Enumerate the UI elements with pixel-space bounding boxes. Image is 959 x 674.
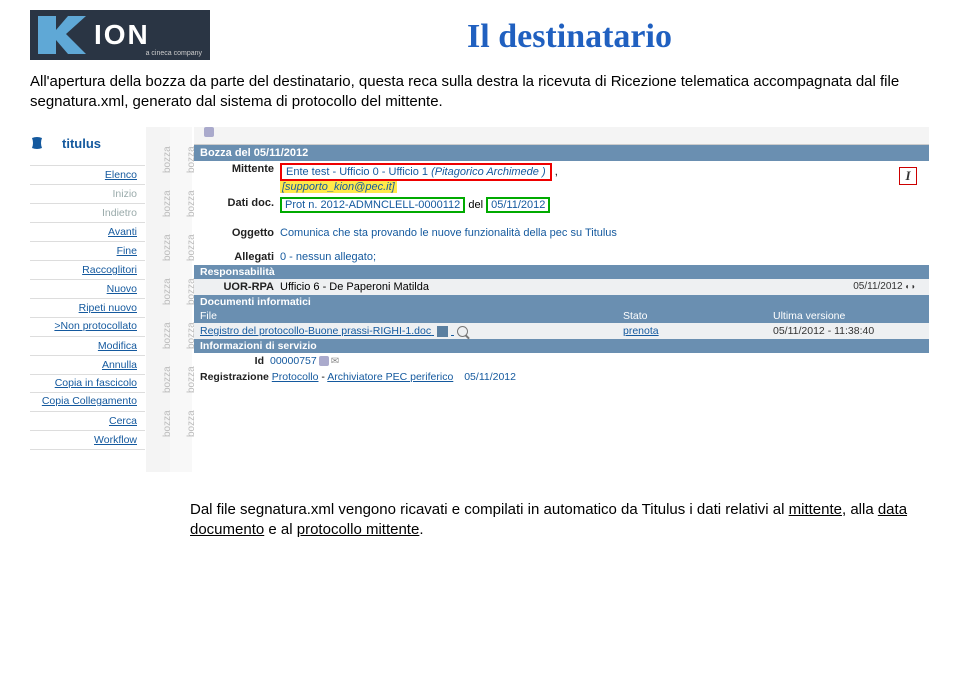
id-label: Id [200, 355, 270, 367]
file-row: Registro del protocollo-Buone prassi-RIG… [194, 323, 929, 339]
print-icon[interactable] [204, 127, 214, 137]
sidebar-item-copiafasc[interactable]: Copia in fascicolo [30, 375, 145, 394]
oggetto-label: Oggetto [200, 227, 280, 239]
sidebar-item-avanti[interactable]: Avanti [30, 223, 145, 242]
sidebar-item-elenco[interactable]: Elenco [30, 166, 145, 185]
intro-paragraph: All'apertura della bozza da parte del de… [0, 60, 959, 119]
allegati-row: Allegati 0 - nessun allegato; [194, 249, 929, 265]
file-version: 05/11/2012 - 11:38:40 [773, 325, 923, 337]
sidebar-item-annulla[interactable]: Annulla [30, 356, 145, 375]
file-columns-header: File Stato Ultima versione [194, 309, 929, 323]
save-icon[interactable] [437, 326, 448, 337]
logo-subtitle: a cineca company [146, 50, 202, 57]
bozza-header: Bozza del 05/11/2012 [194, 145, 929, 161]
sidebar-item-workflow[interactable]: Workflow [30, 431, 145, 450]
sidebar-item-indietro[interactable]: Indietro [30, 204, 145, 223]
mittente-email-highlight: [supporto_kion@pec.it] [280, 181, 397, 193]
file-name-link[interactable]: Registro del protocollo-Buone prassi-RIG… [200, 325, 431, 337]
uor-value: Ufficio 6 - De Paperoni Matilda [280, 281, 429, 293]
uor-row: UOR-RPA Ufficio 6 - De Paperoni Matilda … [194, 279, 929, 295]
col-file: File [200, 310, 623, 322]
kion-logo: ION a cineca company [30, 10, 210, 60]
sidebar-item-modifica[interactable]: Modifica [30, 337, 145, 356]
file-stato-link[interactable]: prenota [623, 325, 773, 337]
oggetto-value: Comunica che sta provando le nuove funzi… [280, 227, 617, 239]
sidebar-item-copiacoll[interactable]: Copia Collegamento [30, 393, 145, 412]
allegati-value: 0 - nessun allegato; [280, 251, 376, 263]
sidebar-item-fine[interactable]: Fine [30, 242, 145, 261]
dati-doc-label: Dati doc. [200, 197, 280, 209]
app-main: Bozza del 05/11/2012 Mittente Ente test … [194, 127, 929, 472]
archiviatore-link[interactable]: Archiviatore PEC periferico [327, 371, 453, 383]
bozza-watermark-col2: bozza bozza bozza bozza bozza bozza bozz… [170, 127, 192, 472]
id-value: 00000757 [270, 355, 317, 367]
uor-label: UOR-RPA [200, 281, 280, 293]
app-brand: titulus [62, 136, 101, 151]
date-highlight-box: 05/11/2012 [486, 197, 550, 213]
titulus-logo-icon [30, 136, 44, 150]
responsabilita-header: Responsabilità [194, 265, 929, 279]
footer-paragraph: Dal file segnatura.xml vengono ricavati … [0, 480, 959, 539]
prot-highlight-box: Prot n. 2012-ADMNCLELL-0000112 [280, 197, 465, 213]
id-action-icon-1[interactable] [319, 356, 329, 366]
bozza-watermark-col1: bozza bozza bozza bozza bozza bozza bozz… [146, 127, 170, 472]
logo-text: ION [94, 19, 150, 51]
sidebar-nav: Elenco Inizio Indietro Avanti Fine Racco… [30, 165, 145, 450]
toolbar-row [194, 127, 929, 145]
col-stato: Stato [623, 310, 773, 322]
sidebar-item-cerca[interactable]: Cerca [30, 412, 145, 431]
logo-mark [38, 16, 88, 54]
preview-icon[interactable] [457, 326, 468, 337]
allegati-label: Allegati [200, 251, 280, 263]
oggetto-row: Oggetto Comunica che sta provando le nuo… [194, 225, 929, 241]
mittente-row: Mittente Ente test - Ufficio 0 - Ufficio… [194, 161, 929, 195]
mittente-label: Mittente [200, 163, 280, 175]
app-screenshot: titulus Elenco Inizio Indietro Avanti Fi… [30, 127, 929, 472]
sidebar-item-raccoglitori[interactable]: Raccoglitori [30, 261, 145, 280]
id-row: Id 00000757 ✉ [194, 353, 929, 369]
col-versione: Ultima versione [773, 310, 923, 322]
sidebar-item-inizio[interactable]: Inizio [30, 185, 145, 204]
sidebar-item-ripeti[interactable]: Ripeti nuovo [30, 299, 145, 318]
info-servizio-header: Informazioni di servizio [194, 339, 929, 353]
sidebar-item-nuovo[interactable]: Nuovo [30, 280, 145, 299]
registrazione-row: Registrazione Protocollo - Archiviatore … [194, 369, 929, 385]
registrazione-date: 05/11/2012 [464, 371, 516, 383]
protocollo-link[interactable]: Protocollo [272, 371, 319, 383]
page-title: Il destinatario [210, 10, 929, 56]
sidebar-item-nonprot[interactable]: >Non protocollato [30, 318, 145, 337]
registrazione-label: Registrazione [200, 371, 269, 383]
ricevuta-badge[interactable]: I [899, 167, 917, 185]
documenti-header: Documenti informatici [194, 295, 929, 309]
app-sidebar: titulus Elenco Inizio Indietro Avanti Fi… [30, 127, 145, 472]
slide-header: ION a cineca company Il destinatario [0, 0, 959, 60]
dati-doc-row: Dati doc. Prot n. 2012-ADMNCLELL-0000112… [194, 195, 929, 215]
uor-date: 05/11/2012 [853, 281, 902, 292]
mittente-highlight-box: Ente test - Ufficio 0 - Ufficio 1 (Pitag… [280, 163, 552, 181]
